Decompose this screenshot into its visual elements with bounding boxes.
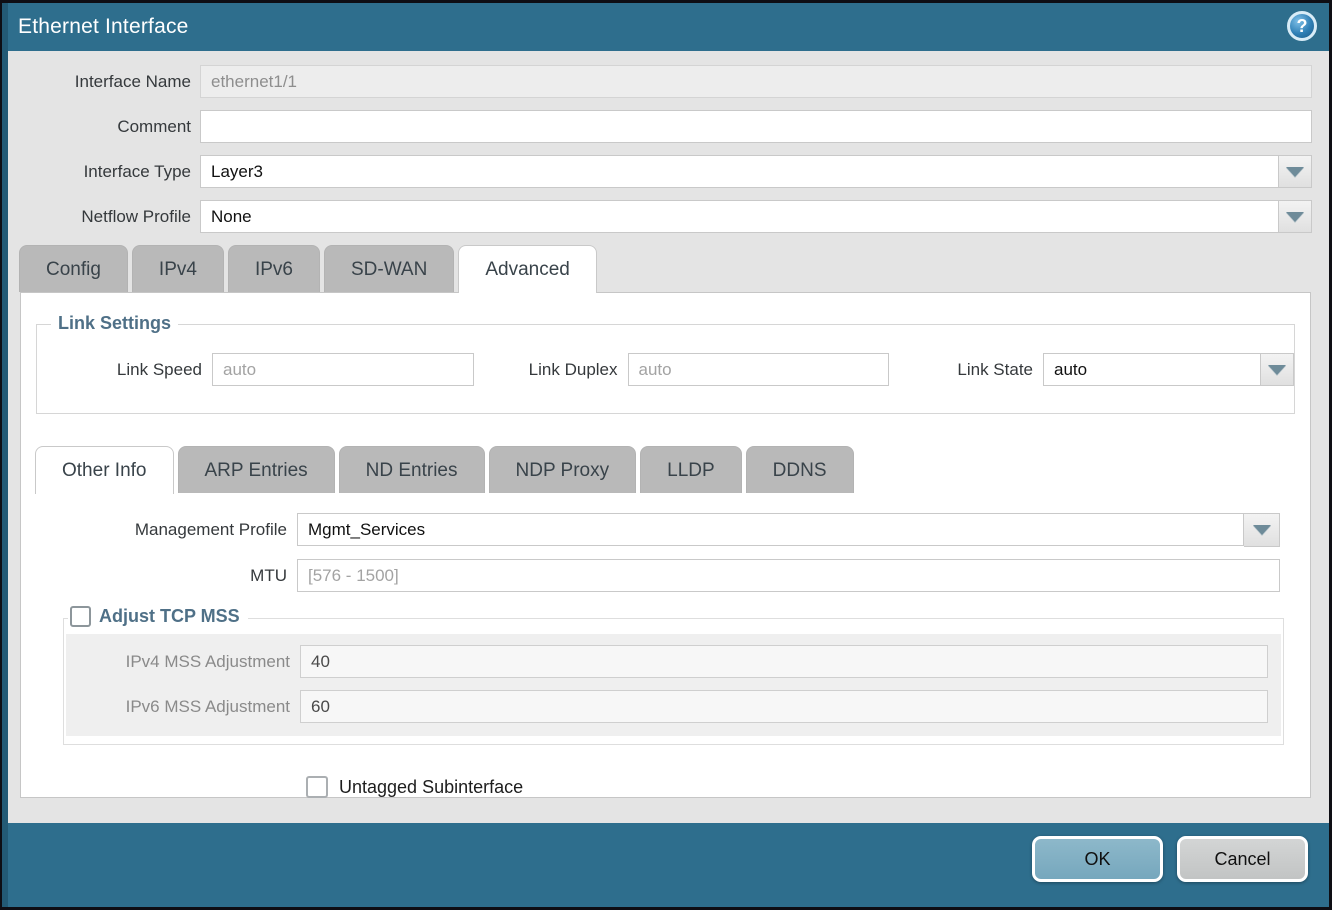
mtu-row: MTU	[35, 559, 1296, 593]
help-icon[interactable]: ?	[1287, 11, 1317, 41]
interface-type-field[interactable]	[200, 155, 1279, 188]
comment-label: Comment	[2, 117, 200, 137]
interface-name-row: Interface Name	[2, 65, 1329, 98]
sub-tabstrip: Other Info ARP Entries ND Entries NDP Pr…	[35, 446, 1296, 493]
netflow-profile-row: Netflow Profile	[2, 200, 1329, 233]
adjust-tcp-mss-checkbox[interactable]	[70, 606, 91, 627]
link-duplex-field[interactable]	[628, 353, 890, 386]
interface-name-label: Interface Name	[2, 72, 200, 92]
ok-button[interactable]: OK	[1032, 836, 1163, 882]
untagged-subinterface-checkbox[interactable]	[306, 776, 328, 798]
tab-config[interactable]: Config	[19, 245, 128, 292]
other-info-panel: Management Profile MTU Adjust TCP	[35, 493, 1296, 798]
adjust-tcp-mss-label: Adjust TCP MSS	[99, 606, 240, 627]
link-settings-legend: Link Settings	[51, 313, 178, 334]
adjust-tcp-mss-body: IPv4 MSS Adjustment IPv6 MSS Adjustment	[66, 634, 1281, 736]
tab-ipv6[interactable]: IPv6	[228, 245, 320, 292]
link-state-dropdown-button[interactable]	[1261, 353, 1294, 386]
link-settings-fieldset: Link Settings Link Speed Link Duplex Lin…	[36, 324, 1295, 414]
cancel-button[interactable]: Cancel	[1177, 836, 1308, 882]
dialog-title: Ethernet Interface	[18, 15, 189, 39]
netflow-profile-label: Netflow Profile	[2, 207, 200, 227]
mtu-field[interactable]	[297, 559, 1280, 592]
management-profile-row: Management Profile	[35, 513, 1296, 547]
chevron-down-icon	[1268, 365, 1286, 375]
tab-nd-entries[interactable]: ND Entries	[339, 446, 485, 493]
advanced-tab-panel: Link Settings Link Speed Link Duplex Lin…	[20, 292, 1311, 798]
comment-row: Comment	[2, 110, 1329, 143]
comment-field[interactable]	[200, 110, 1312, 143]
top-form: Interface Name Comment Interface Type Ne…	[2, 51, 1329, 233]
ipv4-mss-label: IPv4 MSS Adjustment	[66, 652, 300, 672]
chevron-down-icon	[1286, 167, 1304, 177]
adjust-tcp-mss-fieldset: Adjust TCP MSS IPv4 MSS Adjustment IPv6 …	[63, 618, 1284, 745]
management-profile-field[interactable]	[297, 513, 1244, 546]
link-state-field[interactable]	[1043, 353, 1261, 386]
chevron-down-icon	[1253, 525, 1271, 535]
ipv6-mss-label: IPv6 MSS Adjustment	[66, 697, 300, 717]
interface-type-label: Interface Type	[2, 162, 200, 182]
link-speed-label: Link Speed	[37, 360, 212, 380]
ipv4-mss-field	[300, 645, 1268, 678]
interface-type-row: Interface Type	[2, 155, 1329, 188]
tab-arp-entries[interactable]: ARP Entries	[178, 446, 335, 493]
tab-ddns[interactable]: DDNS	[746, 446, 854, 493]
interface-type-dropdown-button[interactable]	[1279, 155, 1312, 188]
tab-advanced[interactable]: Advanced	[458, 245, 597, 293]
link-duplex-label: Link Duplex	[520, 360, 628, 380]
link-state-label: Link State	[953, 360, 1043, 380]
ipv6-mss-row: IPv6 MSS Adjustment	[66, 690, 1281, 723]
main-tabstrip: Config IPv4 IPv6 SD-WAN Advanced	[2, 245, 1329, 292]
mtu-label: MTU	[35, 566, 297, 586]
tab-ndp-proxy[interactable]: NDP Proxy	[489, 446, 637, 493]
dialog-titlebar: Ethernet Interface ?	[2, 3, 1329, 51]
management-profile-label: Management Profile	[35, 520, 297, 540]
ipv4-mss-row: IPv4 MSS Adjustment	[66, 645, 1281, 678]
tab-sd-wan[interactable]: SD-WAN	[324, 245, 454, 292]
tab-other-info[interactable]: Other Info	[35, 446, 174, 494]
management-profile-dropdown-button[interactable]	[1244, 513, 1280, 547]
tab-lldp[interactable]: LLDP	[640, 446, 742, 493]
chevron-down-icon	[1286, 212, 1304, 222]
ethernet-interface-dialog: Ethernet Interface ? Interface Name Comm…	[0, 0, 1332, 910]
netflow-profile-dropdown-button[interactable]	[1279, 200, 1312, 233]
interface-name-field	[200, 65, 1312, 98]
tab-ipv4[interactable]: IPv4	[132, 245, 224, 292]
untagged-subinterface-label: Untagged Subinterface	[339, 777, 523, 798]
adjust-tcp-mss-legend: Adjust TCP MSS	[68, 606, 248, 627]
untagged-subinterface-row: Untagged Subinterface	[35, 776, 1296, 798]
link-speed-field[interactable]	[212, 353, 474, 386]
window-frame-accent	[2, 3, 8, 907]
netflow-profile-field[interactable]	[200, 200, 1279, 233]
dialog-footer: OK Cancel	[2, 823, 1329, 907]
ipv6-mss-field	[300, 690, 1268, 723]
